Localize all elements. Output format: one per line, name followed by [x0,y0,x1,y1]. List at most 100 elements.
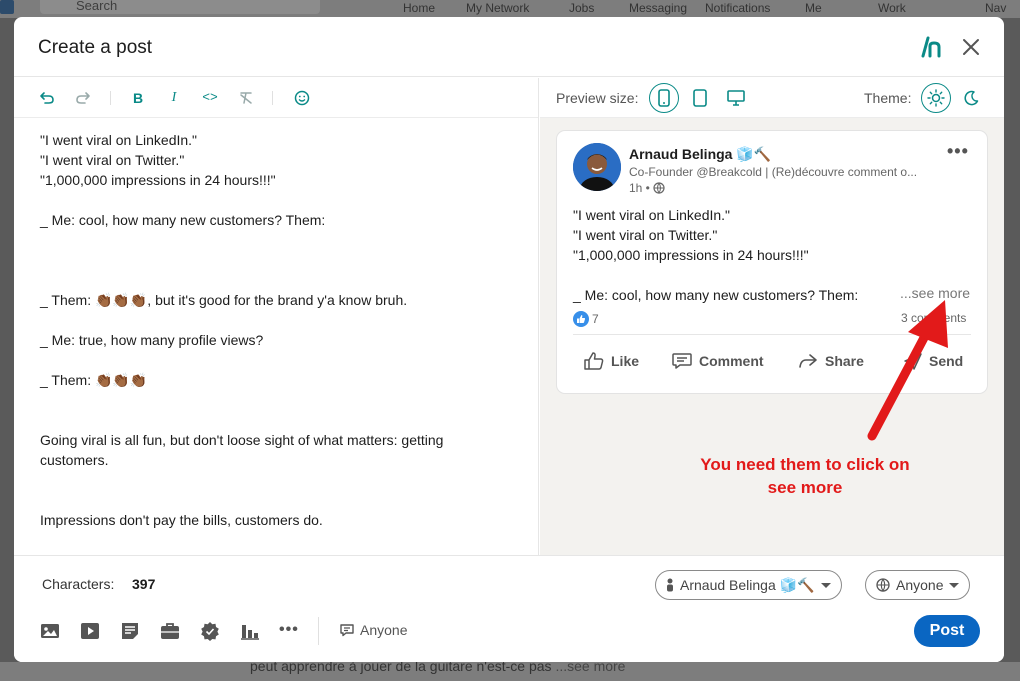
theme-dark-button[interactable] [956,83,986,113]
editor-line [40,190,520,210]
editor-line [40,490,520,510]
post-line [573,265,973,285]
modal-footer: Characters: 397 Arnaud Belinga 🧊🔨 Anyone… [14,555,1004,662]
background-nav-jobs: Jobs [569,1,595,15]
poll-icon[interactable] [240,621,260,641]
desktop-icon [727,90,745,106]
chevron-down-icon [820,582,831,588]
person-icon [667,578,673,592]
characters-label: Characters: [42,576,115,592]
undo-icon[interactable] [38,89,56,107]
account-selector[interactable]: Arnaud Belinga 🧊🔨 [655,570,842,600]
moon-icon [964,90,979,106]
share-button[interactable]: Share [797,351,864,371]
tablet-icon [693,89,707,107]
editor-line [40,390,520,410]
editor-line [40,270,520,290]
code-icon[interactable]: <> [201,89,219,107]
mobile-icon [658,89,670,107]
background-nav-home: Home [403,1,436,15]
background-nav-messaging: Messaging [629,1,688,15]
globe-icon [653,182,665,194]
avatar[interactable] [573,143,621,191]
modal-title: Create a post [38,37,153,58]
editor-line [40,250,520,270]
post-line: "I went viral on LinkedIn." [573,207,731,223]
avatar-photo-icon [573,143,621,191]
preview-toolbar: Preview size: Theme: [540,78,1004,118]
background-nav-extra: Nav [985,1,1007,15]
background-nav-me: Me [805,1,822,15]
author-headline: Co-Founder @Breakcold | (Re)découvre com… [629,165,918,179]
globe-icon [876,578,890,592]
editor-line [40,350,520,370]
editor-line [40,470,520,490]
bold-icon[interactable]: B [129,89,147,107]
editor-line: Impressions don't pay the bills, custome… [40,512,323,528]
audience-button[interactable]: Anyone [339,622,407,638]
editor-line: _ Them: 👏🏾👏🏾👏🏾 [40,372,148,388]
post-button[interactable]: Post [914,615,980,647]
theme-label: Theme: [864,90,912,106]
redo-icon[interactable] [74,89,92,107]
editor-line: "1,000,000 impressions in 24 hours!!!" [40,172,276,188]
editor-line: "I went viral on Twitter." [40,152,185,168]
post-line: "I went viral on Twitter." [573,227,718,243]
video-icon[interactable] [80,621,100,641]
background-navbar: Search Home My Network Jobs Messaging No… [0,0,1020,18]
italic-icon[interactable]: I [165,89,183,107]
background-nav-notifications: Notifications [705,1,771,15]
preview-tablet-button[interactable] [685,83,715,113]
comment-button[interactable]: Comment [671,351,764,371]
editor-line: _ Me: cool, how many new customers? Them… [40,212,326,228]
editor-line [40,410,520,430]
visibility-selector[interactable]: Anyone [865,570,971,600]
annotation-callout: You need them to click on see more [700,455,910,497]
share-icon [799,354,817,368]
post-editor[interactable]: "I went viral on LinkedIn." "I went viral… [40,130,520,530]
editor-line: "I went viral on LinkedIn." [40,132,198,148]
preview-size-label: Preview size: [556,90,639,106]
background-search: Search [40,0,320,14]
chat-bubble-icon [340,624,354,637]
badge-icon[interactable] [200,621,220,641]
background-nav-work: Work [878,1,906,15]
more-icon[interactable]: ••• [279,621,299,641]
reaction-count[interactable]: 7 [573,311,599,327]
image-icon[interactable] [40,621,60,641]
preview-mobile-button[interactable] [649,83,679,113]
annotation-arrow-icon [867,300,948,441]
editor-line [40,230,520,250]
like-icon [584,352,604,370]
characters-count: 397 [132,576,156,592]
editor-line [40,310,520,330]
post-more-options-icon[interactable]: ••• [947,141,969,162]
author-name[interactable]: Arnaud Belinga 🧊🔨 [629,146,771,163]
like-reaction-icon [573,311,589,327]
toolbar-divider [110,91,111,105]
sun-icon [927,89,945,107]
toolbar-divider [272,91,273,105]
emoji-icon[interactable] [293,89,311,107]
editor-line: Going viral is all fun, but don't loose … [40,432,444,448]
clear-format-icon[interactable] [237,89,255,107]
like-button[interactable]: Like [583,351,639,371]
chevron-down-icon [949,582,960,588]
post-line: "1,000,000 impressions in 24 hours!!!" [573,247,809,263]
editor-line: _ Me: true, how many profile views? [40,332,264,348]
post-timestamp: 1h • [629,181,665,195]
comment-icon [672,353,692,369]
brand-logo-icon[interactable] [919,34,945,60]
preview-pane: Preview size: Theme: Arnaud Belinga 🧊🔨 C… [540,78,1004,555]
editor-pane: B I <> "I went viral on LinkedIn." "I wen… [14,78,539,555]
preview-desktop-button[interactable] [721,83,751,113]
theme-light-button[interactable] [921,83,951,113]
editor-line: customers. [40,452,109,468]
close-icon[interactable] [962,38,980,56]
document-icon[interactable] [120,621,140,641]
background-nav-network: My Network [466,1,530,15]
editor-line: _ Them: 👏🏾👏🏾👏🏾, but it's good for the br… [40,292,408,308]
modal-header: Create a post [14,17,1004,77]
footer-divider [318,617,319,645]
job-icon[interactable] [160,621,180,641]
